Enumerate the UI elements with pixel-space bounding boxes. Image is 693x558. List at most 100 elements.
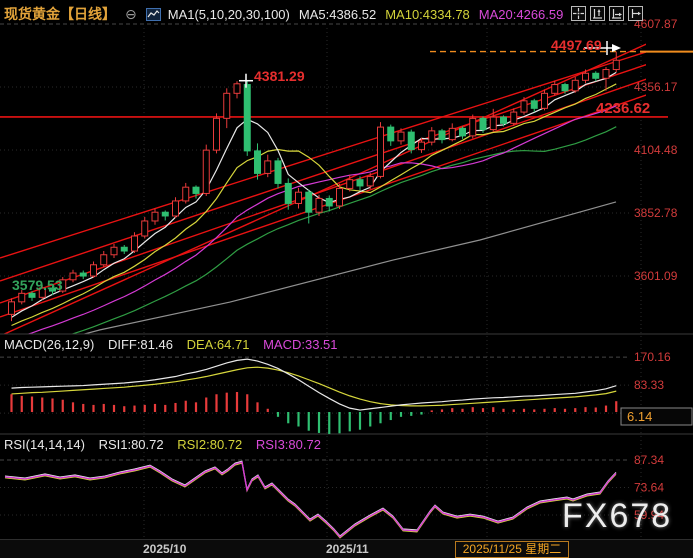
candle[interactable]	[337, 188, 343, 206]
shift-right-icon[interactable]	[628, 6, 643, 21]
candle[interactable]	[80, 273, 86, 276]
candle[interactable]	[511, 112, 517, 123]
candle[interactable]	[111, 247, 117, 255]
candle[interactable]	[101, 255, 107, 265]
candle[interactable]	[562, 85, 568, 91]
candle[interactable]	[378, 127, 384, 176]
rsi1-value: RSI1:80.72	[99, 437, 164, 452]
candle[interactable]	[449, 128, 455, 139]
rsi-title: RSI(14,14,14)	[4, 437, 85, 452]
candle[interactable]	[234, 84, 240, 94]
candle[interactable]	[429, 131, 435, 142]
candle[interactable]	[255, 151, 261, 174]
macd-marker-value: 6.14	[627, 409, 652, 424]
candle[interactable]	[439, 131, 445, 140]
rsi2-line	[5, 463, 616, 538]
candle[interactable]	[542, 93, 548, 108]
rsi1-line	[5, 461, 616, 536]
candle[interactable]	[296, 192, 302, 203]
candle[interactable]	[603, 70, 609, 79]
candle[interactable]	[613, 60, 619, 69]
ma10-value: MA10:4334.78	[385, 7, 470, 22]
rsi2-value: RSI2:80.72	[177, 437, 242, 452]
candle[interactable]	[91, 265, 97, 276]
macd-title: MACD(26,12,9)	[4, 337, 94, 352]
pan-tool-icon[interactable]	[571, 6, 586, 21]
chart-type-icon[interactable]	[146, 8, 161, 21]
candle[interactable]	[316, 198, 322, 212]
candle[interactable]	[593, 73, 599, 78]
chart-price-label: 4236.62	[596, 100, 650, 117]
macd-diff-line	[12, 359, 617, 410]
chart-canvas[interactable]: 4607.874356.174104.483852.783601.094497.…	[0, 0, 693, 558]
ma20-line	[12, 106, 617, 340]
candle[interactable]	[275, 161, 281, 184]
candle[interactable]	[121, 247, 127, 251]
candle[interactable]	[152, 212, 158, 221]
rsi-axis-label: 73.64	[634, 480, 664, 494]
candle[interactable]	[408, 132, 414, 150]
scale-x-axis-icon[interactable]	[609, 6, 624, 21]
candle[interactable]	[173, 201, 179, 216]
macd-macd-value: MACD:33.51	[263, 337, 337, 352]
candle[interactable]	[265, 161, 271, 174]
candle[interactable]	[193, 187, 199, 193]
candle[interactable]	[70, 273, 76, 280]
macd-dea-value: DEA:64.71	[187, 337, 250, 352]
candle[interactable]	[490, 117, 496, 130]
price-axis-label: 3601.09	[634, 269, 678, 283]
candle[interactable]	[398, 132, 404, 141]
candle[interactable]	[326, 198, 332, 206]
candle[interactable]	[244, 85, 250, 151]
chart-header: 现货黄金【日线】 ⊖ MA1(5,10,20,30,100) MA5:4386.…	[4, 4, 572, 24]
collapse-icon[interactable]: ⊖	[125, 6, 137, 23]
vertical-gridlines	[144, 28, 641, 538]
ma5-value: MA5:4386.52	[299, 7, 376, 22]
candle[interactable]	[19, 293, 25, 302]
scale-y-axis-icon[interactable]	[590, 6, 605, 21]
candle[interactable]	[162, 212, 168, 216]
candle[interactable]	[183, 187, 189, 201]
macd-panel: 170.1683.33-3.506.14	[0, 350, 692, 425]
symbol-title: 现货黄金【日线】	[4, 4, 116, 24]
price-axis-label: 4104.48	[634, 143, 678, 157]
candle[interactable]	[9, 302, 15, 315]
trading-chart-app: 4607.874356.174104.483852.783601.094497.…	[0, 0, 693, 558]
macd-dea-line	[12, 367, 617, 406]
price-axis-label: 4356.17	[634, 80, 678, 94]
candle[interactable]	[142, 221, 148, 236]
candle[interactable]	[306, 192, 312, 212]
time-label-november: 2025/11	[326, 542, 369, 556]
candle[interactable]	[203, 150, 209, 193]
candle[interactable]	[285, 183, 291, 203]
candle[interactable]	[388, 127, 394, 141]
rsi-panel-header: RSI(14,14,14) RSI1:80.72 RSI2:80.72 RSI3…	[4, 437, 331, 452]
time-axis-bar[interactable]: 2025/10 2025/11 2025/11/25 星期二	[0, 539, 693, 558]
chart-toolbar	[571, 6, 643, 21]
fx678-watermark: FX678	[562, 497, 672, 536]
candle[interactable]	[357, 180, 363, 186]
candle[interactable]	[132, 236, 138, 251]
candle[interactable]	[347, 180, 353, 189]
candle[interactable]	[470, 118, 476, 136]
macd-panel-header: MACD(26,12,9) DIFF:81.46 DEA:64.71 MACD:…	[4, 337, 348, 352]
candle[interactable]	[583, 73, 589, 80]
candle[interactable]	[531, 101, 537, 109]
candle[interactable]	[419, 142, 425, 150]
ma-group-label: MA1(5,10,20,30,100)	[168, 7, 290, 22]
rsi-axis-label: 87.34	[634, 453, 664, 467]
candle[interactable]	[460, 128, 466, 136]
rsi3-value: RSI3:80.72	[256, 437, 321, 452]
candle[interactable]	[367, 176, 373, 186]
rsi3-line	[5, 462, 616, 537]
candle[interactable]	[572, 80, 578, 91]
candle[interactable]	[521, 101, 527, 112]
candle[interactable]	[552, 85, 558, 94]
candle[interactable]	[224, 93, 230, 118]
chart-price-label: 4497.69	[551, 37, 602, 53]
candle[interactable]	[214, 118, 220, 150]
candle[interactable]	[29, 293, 35, 297]
chart-price-label: 4381.29	[254, 68, 305, 84]
candle[interactable]	[501, 117, 507, 123]
candle[interactable]	[480, 118, 486, 129]
